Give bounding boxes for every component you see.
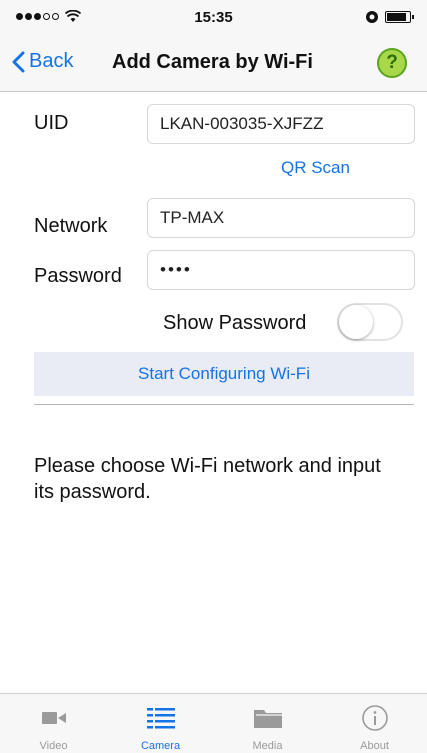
video-camera-icon [41, 712, 66, 724]
battery-icon [385, 11, 414, 23]
divider [34, 404, 414, 405]
tab-about[interactable]: About [321, 694, 427, 753]
password-label: Password [34, 265, 122, 287]
show-password-toggle[interactable] [337, 303, 403, 341]
back-button[interactable]: Back [12, 50, 73, 73]
status-right [365, 10, 414, 24]
tab-about-label: About [360, 740, 389, 752]
tab-camera-label: Camera [140, 740, 181, 752]
instruction-message: Please choose Wi-Fi network and input it… [34, 455, 381, 503]
status-time: 15:35 [194, 9, 233, 26]
toggle-knob [339, 305, 373, 339]
back-label: Back [29, 50, 74, 72]
show-password-label: Show Password [163, 312, 307, 334]
tab-media[interactable]: Media [214, 694, 321, 753]
qr-scan-link[interactable]: QR Scan [281, 158, 350, 178]
tab-media-label: Media [252, 740, 283, 752]
network-field[interactable]: TP-MAX [147, 198, 415, 238]
page-title: Add Camera by Wi-Fi [112, 51, 313, 73]
uid-field[interactable]: LKAN-003035-XJFZZ [147, 104, 415, 144]
tab-bar: Video Camera Media About [0, 693, 427, 753]
camera-list-icon [146, 708, 175, 729]
tab-video[interactable]: Video [0, 694, 107, 753]
folder-icon [253, 710, 282, 728]
tab-video-label: Video [39, 740, 68, 752]
alarm-icon [366, 11, 378, 23]
uid-label: UID [34, 112, 69, 134]
help-icon[interactable]: ? [377, 48, 407, 78]
navigation-bar: Back Add Camera by Wi-Fi ? [0, 36, 427, 92]
status-bar: 15:35 [0, 0, 427, 36]
start-configuring-wifi-button[interactable]: Start Configuring Wi-Fi [34, 352, 414, 396]
tab-camera[interactable]: Camera [107, 694, 214, 753]
network-label: Network [34, 215, 108, 237]
password-field[interactable]: •••• [147, 250, 415, 290]
chevron-left-icon [12, 51, 25, 72]
info-icon [361, 705, 388, 731]
